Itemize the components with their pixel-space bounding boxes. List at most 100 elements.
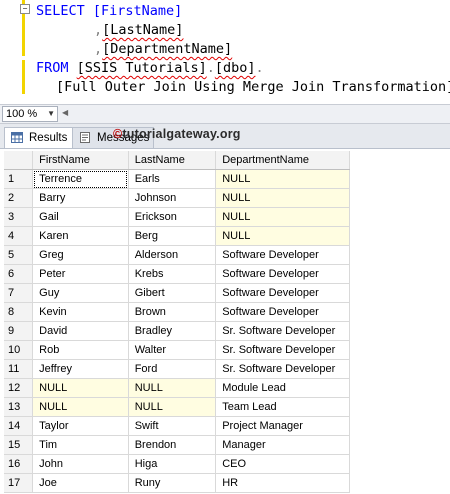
table-row[interactable]: 16 John Higa CEO: [4, 454, 350, 474]
table-row[interactable]: 7 Guy Gibert Software Developer: [4, 283, 350, 303]
table-row[interactable]: 1 Terrence Earls NULL: [4, 169, 350, 189]
cell-lastname[interactable]: Brown: [128, 302, 217, 322]
cell-firstname[interactable]: Terrence: [32, 169, 129, 189]
header-departmentname[interactable]: DepartmentName: [215, 151, 350, 170]
cell-departmentname[interactable]: Sr. Software Developer: [215, 321, 350, 341]
cell-lastname[interactable]: Erickson: [128, 207, 217, 227]
cell-departmentname[interactable]: Sr. Software Developer: [215, 359, 350, 379]
cell-departmentname[interactable]: NULL: [215, 188, 350, 208]
cell-firstname[interactable]: Guy: [32, 283, 129, 303]
grid-body: 1 Terrence Earls NULL 2 Barry Johnson NULL 3 Gail…: [4, 169, 350, 493]
cell-departmentname[interactable]: Manager: [215, 435, 350, 455]
cell-firstname[interactable]: Peter: [32, 264, 129, 284]
table-row[interactable]: 10 Rob Walter Sr. Software Developer: [4, 340, 350, 360]
row-number[interactable]: 17: [4, 473, 34, 493]
scroll-left-icon[interactable]: ◀: [62, 108, 74, 118]
table-row[interactable]: 14 Taylor Swift Project Manager: [4, 416, 350, 436]
table-row[interactable]: 17 Joe Runy HR: [4, 473, 350, 493]
results-grid[interactable]: FirstName LastName DepartmentName 1 Terre…: [4, 151, 350, 493]
cell-firstname[interactable]: Kevin: [32, 302, 129, 322]
cell-lastname[interactable]: Krebs: [128, 264, 217, 284]
cell-departmentname[interactable]: Team Lead: [215, 397, 350, 417]
table-row[interactable]: 4 Karen Berg NULL: [4, 226, 350, 246]
row-number[interactable]: 15: [4, 435, 34, 455]
row-number[interactable]: 2: [4, 188, 34, 208]
cell-firstname[interactable]: Joe: [32, 473, 129, 493]
row-number[interactable]: 8: [4, 302, 34, 322]
cell-departmentname[interactable]: NULL: [215, 169, 350, 189]
cell-firstname[interactable]: Barry: [32, 188, 129, 208]
cell-firstname[interactable]: NULL: [32, 378, 129, 398]
cell-lastname[interactable]: NULL: [128, 397, 217, 417]
cell-departmentname[interactable]: Software Developer: [215, 302, 350, 322]
row-number[interactable]: 12: [4, 378, 34, 398]
header-firstname[interactable]: FirstName: [32, 151, 129, 170]
cell-firstname[interactable]: John: [32, 454, 129, 474]
cell-lastname[interactable]: Brendon: [128, 435, 217, 455]
cell-lastname[interactable]: Berg: [128, 226, 217, 246]
cell-firstname[interactable]: Rob: [32, 340, 129, 360]
chevron-down-icon[interactable]: ▼: [47, 107, 55, 121]
cell-firstname[interactable]: Karen: [32, 226, 129, 246]
cell-firstname[interactable]: Taylor: [32, 416, 129, 436]
cell-firstname[interactable]: NULL: [32, 397, 129, 417]
table-row[interactable]: 2 Barry Johnson NULL: [4, 188, 350, 208]
row-number-header[interactable]: [4, 151, 34, 170]
cell-lastname[interactable]: Gibert: [128, 283, 217, 303]
table-row[interactable]: 11 Jeffrey Ford Sr. Software Developer: [4, 359, 350, 379]
collapse-icon[interactable]: −: [20, 4, 30, 14]
cell-departmentname[interactable]: Software Developer: [215, 264, 350, 284]
cell-firstname[interactable]: David: [32, 321, 129, 341]
cell-lastname[interactable]: Runy: [128, 473, 217, 493]
cell-departmentname[interactable]: Module Lead: [215, 378, 350, 398]
zoom-select[interactable]: 100 % ▼: [2, 106, 58, 122]
change-marker: [22, 60, 25, 94]
header-lastname[interactable]: LastName: [128, 151, 217, 170]
table-row[interactable]: 12 NULL NULL Module Lead: [4, 378, 350, 398]
cell-lastname[interactable]: Walter: [128, 340, 217, 360]
row-number[interactable]: 9: [4, 321, 34, 341]
row-number[interactable]: 4: [4, 226, 34, 246]
editor-gutter: [0, 0, 24, 103]
table-row[interactable]: 9 David Bradley Sr. Software Developer: [4, 321, 350, 341]
zoom-bar: 100 % ▼ ◀: [0, 104, 450, 124]
table-row[interactable]: 13 NULL NULL Team Lead: [4, 397, 350, 417]
cell-departmentname[interactable]: NULL: [215, 226, 350, 246]
cell-departmentname[interactable]: CEO: [215, 454, 350, 474]
cell-departmentname[interactable]: Software Developer: [215, 283, 350, 303]
sql-editor[interactable]: − SELECT [FirstName] ,[LastName] ,[Depar…: [0, 0, 450, 103]
row-number[interactable]: 1: [4, 169, 34, 189]
cell-lastname[interactable]: Higa: [128, 454, 217, 474]
row-number[interactable]: 5: [4, 245, 34, 265]
cell-lastname[interactable]: NULL: [128, 378, 217, 398]
row-number[interactable]: 6: [4, 264, 34, 284]
table-row[interactable]: 15 Tim Brendon Manager: [4, 435, 350, 455]
row-number[interactable]: 16: [4, 454, 34, 474]
row-number[interactable]: 14: [4, 416, 34, 436]
cell-departmentname[interactable]: HR: [215, 473, 350, 493]
cell-firstname[interactable]: Gail: [32, 207, 129, 227]
cell-departmentname[interactable]: Project Manager: [215, 416, 350, 436]
table-row[interactable]: 3 Gail Erickson NULL: [4, 207, 350, 227]
table-row[interactable]: 5 Greg Alderson Software Developer: [4, 245, 350, 265]
cell-lastname[interactable]: Johnson: [128, 188, 217, 208]
row-number[interactable]: 11: [4, 359, 34, 379]
row-number[interactable]: 3: [4, 207, 34, 227]
cell-lastname[interactable]: Bradley: [128, 321, 217, 341]
cell-departmentname[interactable]: Sr. Software Developer: [215, 340, 350, 360]
cell-departmentname[interactable]: NULL: [215, 207, 350, 227]
table-row[interactable]: 6 Peter Krebs Software Developer: [4, 264, 350, 284]
table-row[interactable]: 8 Kevin Brown Software Developer: [4, 302, 350, 322]
row-number[interactable]: 13: [4, 397, 34, 417]
cell-firstname[interactable]: Jeffrey: [32, 359, 129, 379]
cell-firstname[interactable]: Tim: [32, 435, 129, 455]
cell-lastname[interactable]: Swift: [128, 416, 217, 436]
cell-lastname[interactable]: Alderson: [128, 245, 217, 265]
row-number[interactable]: 7: [4, 283, 34, 303]
row-number[interactable]: 10: [4, 340, 34, 360]
cell-departmentname[interactable]: Software Developer: [215, 245, 350, 265]
cell-lastname[interactable]: Earls: [128, 169, 217, 189]
cell-lastname[interactable]: Ford: [128, 359, 217, 379]
cell-firstname[interactable]: Greg: [32, 245, 129, 265]
tab-results[interactable]: Results: [4, 127, 74, 148]
